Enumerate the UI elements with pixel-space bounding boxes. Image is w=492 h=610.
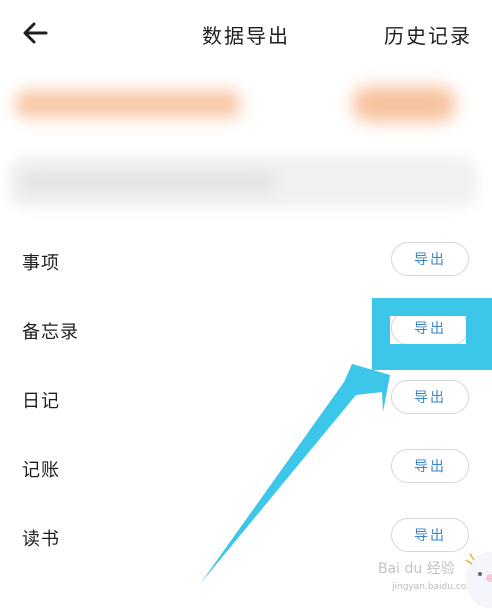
history-link[interactable]: 历史记录 xyxy=(384,20,472,49)
blurred-info-area xyxy=(0,78,492,220)
export-button-accounting[interactable]: 导出 xyxy=(391,449,469,483)
row-label: 事项 xyxy=(22,253,60,274)
export-row-memo: 备忘录 导出 xyxy=(0,301,492,361)
blurred-text xyxy=(20,172,276,192)
watermark-brand: Bai du 经验 xyxy=(378,561,455,577)
export-row-events: 事项 导出 xyxy=(0,232,492,292)
row-label: 读书 xyxy=(22,529,60,550)
blurred-badge xyxy=(352,86,456,122)
export-button-diary[interactable]: 导出 xyxy=(391,380,469,414)
export-button-events[interactable]: 导出 xyxy=(391,242,469,276)
row-label: 日记 xyxy=(22,391,60,412)
row-label: 备忘录 xyxy=(22,322,79,343)
export-row-diary: 日记 导出 xyxy=(0,370,492,430)
export-button-reading[interactable]: 导出 xyxy=(391,518,469,552)
export-row-accounting: 记账 导出 xyxy=(0,439,492,499)
row-label: 记账 xyxy=(22,460,60,481)
export-button-memo[interactable]: 导出 xyxy=(391,311,469,345)
blurred-text xyxy=(14,90,242,118)
header: 数据导出 历史记录 xyxy=(0,0,492,66)
mascot-icon xyxy=(465,552,492,608)
